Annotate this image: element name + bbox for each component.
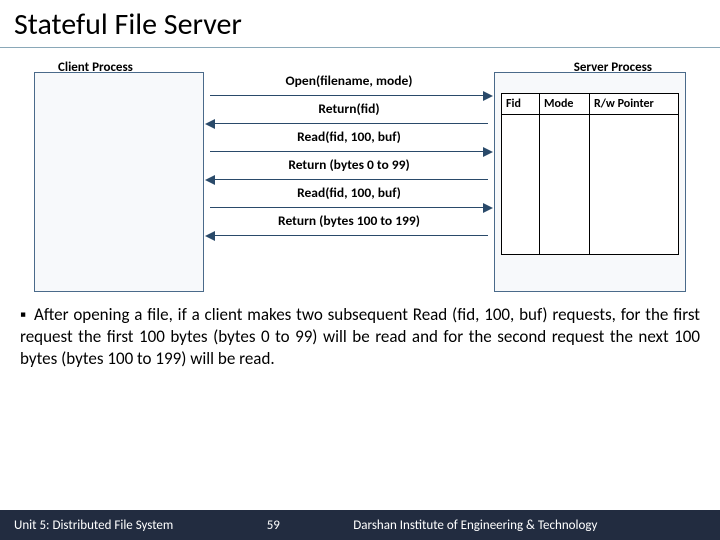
file-table-row (502, 115, 679, 255)
message-column: Open(filename, mode) Return(fid) Read(fi… (206, 72, 492, 240)
file-table-header-mode: Mode (540, 94, 590, 115)
msg-return-0-99: Return (bytes 0 to 99) (206, 156, 492, 182)
msg-read-1: Read(fid, 100, buf) (206, 128, 492, 154)
arrow-right-icon (483, 91, 493, 101)
arrow-line (210, 95, 488, 97)
msg-return-fid: Return(fid) (206, 100, 492, 126)
footer-unit: Unit 5: Distributed File System (0, 518, 173, 533)
footer-page-number: 59 (233, 518, 313, 533)
msg-text: Read(fid, 100, buf) (297, 184, 401, 201)
arrow-left-icon (205, 231, 215, 241)
bullet-icon: ▪ (20, 304, 34, 326)
arrow-line (210, 207, 488, 209)
body-text: After opening a file, if a client makes … (20, 304, 700, 369)
msg-text: Return (bytes 0 to 99) (288, 156, 409, 173)
sequence-diagram: Client Process Server Process File Table… (14, 58, 706, 298)
msg-text: Read(fid, 100, buf) (297, 128, 401, 145)
arrow-right-icon (483, 147, 493, 157)
arrow-left-icon (205, 119, 215, 129)
arrow-line (210, 179, 488, 181)
arrow-line (210, 123, 488, 125)
slide-title: Stateful File Server (0, 0, 720, 48)
msg-text: Return(fid) (318, 100, 379, 117)
arrow-line (210, 151, 488, 153)
arrow-line (210, 235, 488, 237)
msg-read-2: Read(fid, 100, buf) (206, 184, 492, 210)
msg-text: Open(filename, mode) (286, 72, 413, 89)
server-process-box: Fid Mode R/w Pointer (494, 72, 686, 292)
footer-institution: Darshan Institute of Engineering & Techn… (313, 518, 720, 533)
file-table: Fid Mode R/w Pointer (501, 93, 679, 255)
msg-open: Open(filename, mode) (206, 72, 492, 98)
footer-bar: Unit 5: Distributed File System 59 Darsh… (0, 510, 720, 540)
arrow-left-icon (205, 175, 215, 185)
body-paragraph: ▪After opening a file, if a client makes… (20, 304, 700, 369)
arrow-right-icon (483, 203, 493, 213)
file-table-header-fid: Fid (502, 94, 540, 115)
msg-return-100-199: Return (bytes 100 to 199) (206, 212, 492, 238)
file-table-header-rw: R/w Pointer (590, 94, 679, 115)
msg-text: Return (bytes 100 to 199) (278, 212, 420, 229)
client-process-box (34, 72, 204, 292)
